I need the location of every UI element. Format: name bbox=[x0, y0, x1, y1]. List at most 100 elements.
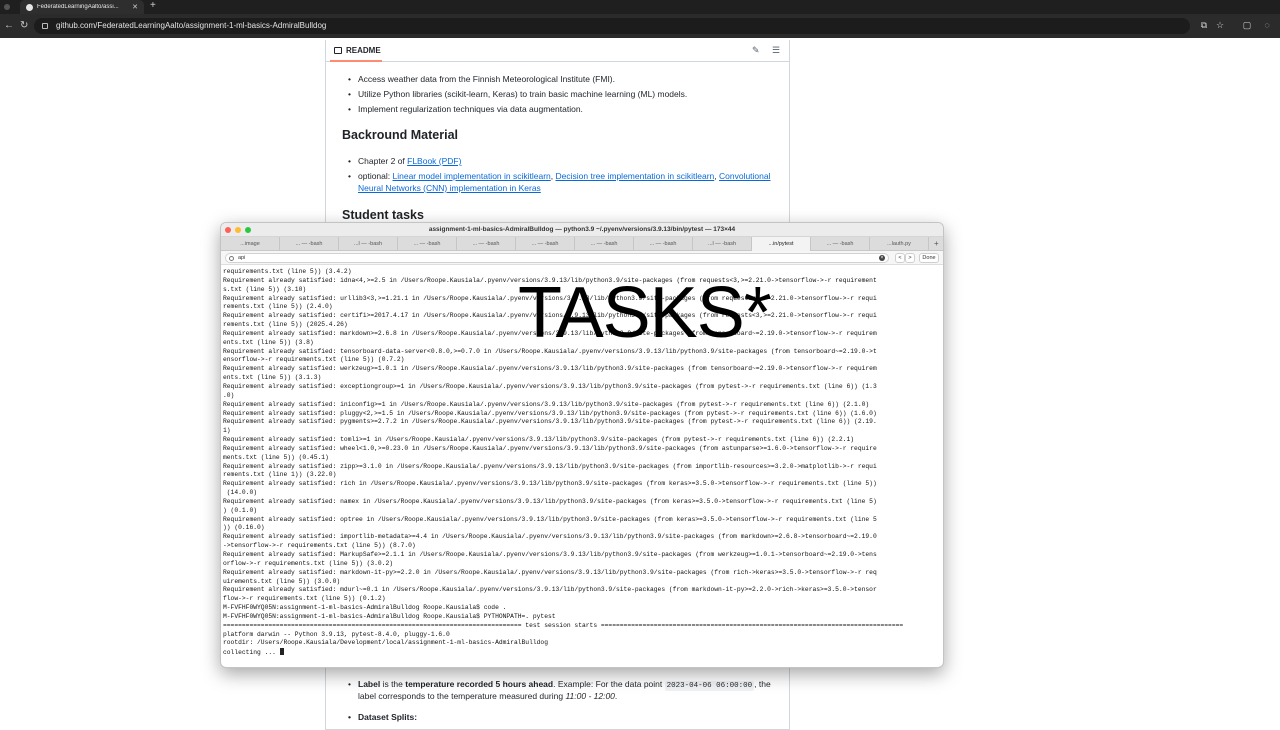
label-mid: is the bbox=[380, 679, 406, 689]
address-bar[interactable]: github.com/FederatedLearningAalto/assign… bbox=[34, 18, 1190, 34]
terminal-line: Requirement already satisfied: pygments>… bbox=[223, 418, 877, 426]
decision-tree-link[interactable]: Decision tree implementation in scikitle… bbox=[556, 171, 715, 181]
window-control[interactable] bbox=[4, 4, 10, 10]
readme-tab-label: README bbox=[346, 46, 381, 55]
terminal-tab-bar: ...image ... — -bash ...l — -bash ... — … bbox=[221, 237, 943, 251]
terminal-tab[interactable]: ...l — -bash bbox=[339, 237, 398, 251]
dataset-splits-item: Dataset Splits: bbox=[348, 712, 417, 722]
terminal-line: )) (0.16.0) bbox=[223, 524, 265, 532]
terminal-tab[interactable]: ... — -bash bbox=[811, 237, 870, 251]
terminal-line: Requirement already satisfied: optree in… bbox=[223, 515, 877, 523]
cast-icon[interactable]: ⧉ bbox=[1199, 20, 1209, 30]
readme-tab-underline bbox=[330, 60, 382, 62]
goal-item: Access weather data from the Finnish Met… bbox=[348, 74, 615, 84]
book-icon bbox=[334, 47, 342, 54]
new-tab-button[interactable]: + bbox=[150, 0, 156, 12]
terminal-line: platform darwin -- Python 3.9.13, pytest… bbox=[223, 630, 450, 638]
close-tab-icon[interactable]: ✕ bbox=[132, 4, 138, 11]
goal-item: Utilize Python libraries (scikit-learn, … bbox=[348, 89, 687, 99]
address-url[interactable]: github.com/FederatedLearningAalto/assign… bbox=[56, 21, 326, 30]
terminal-tab[interactable]: ... — -bash bbox=[634, 237, 693, 251]
search-icon bbox=[229, 256, 234, 261]
terminal-line: flow->-r requirements.txt (line 5)) (0.1… bbox=[223, 595, 386, 603]
label-item: Label is the temperature recorded 5 hour… bbox=[348, 679, 771, 691]
terminal-tab-active[interactable]: ...in/pytest bbox=[752, 237, 811, 251]
terminal-tab[interactable]: ... — -bash bbox=[516, 237, 575, 251]
terminal-line: Requirement already satisfied: rich in /… bbox=[223, 480, 877, 488]
terminal-line: Requirement already satisfied: werkzeug>… bbox=[223, 365, 877, 373]
back-icon[interactable]: ← bbox=[4, 20, 14, 32]
readme-tab[interactable]: README bbox=[334, 46, 381, 55]
terminal-tab[interactable]: ...image bbox=[221, 237, 280, 251]
terminal-tab[interactable]: ... — -bash bbox=[575, 237, 634, 251]
chapter-item: Chapter 2 of FLBook (PDF) bbox=[348, 156, 462, 166]
outline-list-icon[interactable]: ☰ bbox=[772, 45, 780, 56]
terminal-line-text: collecting ... bbox=[223, 649, 280, 657]
terminal-titlebar[interactable]: assignment-1-ml-basics-AdmiralBulldog — … bbox=[221, 223, 943, 237]
find-input[interactable]: api × bbox=[225, 253, 889, 263]
terminal-line: orflow->-r requirements.txt (line 5)) (3… bbox=[223, 559, 394, 567]
background-heading: Backround Material bbox=[342, 128, 459, 142]
terminal-line: Requirement already satisfied: exception… bbox=[223, 382, 877, 390]
terminal-line: Requirement already satisfied: MarkupSaf… bbox=[223, 551, 877, 558]
label-term: Label bbox=[358, 679, 381, 689]
terminal-line: ents.txt (line 5)) (3.1.3) bbox=[223, 374, 322, 382]
label-code: 2023-04-06 06:00:00 bbox=[664, 681, 755, 691]
terminal-find-bar: api × < > Done bbox=[221, 251, 943, 265]
flbook-link[interactable]: FLBook (PDF) bbox=[407, 156, 461, 166]
label-example: . Example: For the data point bbox=[553, 679, 665, 689]
find-previous-button[interactable]: < bbox=[895, 253, 905, 263]
extensions-icon[interactable]: ▢ bbox=[1242, 20, 1252, 30]
find-done-button[interactable]: Done bbox=[919, 253, 939, 263]
terminal-line: Requirement already satisfied: tomli>=1 … bbox=[223, 436, 855, 444]
terminal-line: rootdir: /Users/Roope.Kausiala/Developme… bbox=[223, 639, 548, 647]
terminal-line: (14.0.0) bbox=[223, 489, 258, 497]
terminal-line: M-FVFHF0WYQ05N:assignment-1-ml-basics-Ad… bbox=[223, 604, 507, 612]
edit-pencil-icon[interactable]: ✎ bbox=[752, 45, 760, 56]
terminal-line: Requirement already satisfied: pluggy<2,… bbox=[223, 409, 877, 417]
reload-icon[interactable]: ↻ bbox=[20, 20, 28, 32]
profile-icon[interactable]: ◌ bbox=[1262, 20, 1272, 30]
terminal-tab[interactable]: ... — -bash bbox=[457, 237, 516, 251]
clear-search-icon[interactable]: × bbox=[879, 255, 885, 261]
cnn-link[interactable]: Convolutional bbox=[719, 171, 771, 181]
label-line2-time: 11:00 - 12:00 bbox=[565, 691, 615, 701]
terminal-line: Requirement already satisfied: zipp>=3.1… bbox=[223, 462, 877, 470]
terminal-line: Requirement already satisfied: wheel<1.0… bbox=[223, 444, 877, 452]
find-next-button[interactable]: > bbox=[905, 253, 915, 263]
terminal-line: ments.txt (line 5)) (0.45.1) bbox=[223, 453, 329, 461]
terminal-line: 1) bbox=[223, 427, 231, 435]
chapter-prefix: Chapter 2 of bbox=[358, 156, 408, 166]
overlay-caption: TASKS* bbox=[518, 273, 772, 353]
browser-toolbar: ← ↻ github.com/FederatedLearningAalto/as… bbox=[0, 14, 1280, 38]
label-after-code: , the bbox=[754, 679, 771, 689]
terminal-line: Requirement already satisfied: iniconfig… bbox=[223, 400, 870, 408]
linear-model-link[interactable]: Linear model implementation in scikitlea… bbox=[393, 171, 551, 181]
terminal-line: ensorflow->-r requirements.txt (line 5))… bbox=[223, 356, 405, 364]
optional-prefix: optional: bbox=[358, 171, 393, 181]
optional-item-continued: Neural Networks (CNN) implementation in … bbox=[358, 183, 541, 193]
browser-tab[interactable]: FederatedLearningAalto/assi... ✕ bbox=[20, 0, 144, 14]
readme-header: README ✎ ☰ bbox=[326, 40, 789, 62]
browser-tab-title: FederatedLearningAalto/assi... bbox=[37, 4, 119, 10]
terminal-line: uirements.txt (line 5)) (3.0.0) bbox=[223, 577, 341, 585]
cnn-link-continued[interactable]: Neural Networks (CNN) implementation in … bbox=[358, 183, 541, 193]
label-bold: temperature recorded 5 hours ahead bbox=[405, 679, 554, 689]
terminal-line: collecting ... bbox=[223, 648, 943, 658]
browser-tab-strip: FederatedLearningAalto/assi... ✕ + bbox=[0, 0, 1280, 14]
new-terminal-tab-button[interactable]: + bbox=[934, 239, 939, 248]
terminal-tab[interactable]: ...l — -bash bbox=[693, 237, 752, 251]
terminal-tab[interactable]: ... — -bash bbox=[398, 237, 457, 251]
terminal-tab[interactable]: ...lauth.py bbox=[870, 237, 929, 251]
student-tasks-heading: Student tasks bbox=[342, 208, 424, 222]
find-query[interactable]: api bbox=[238, 255, 245, 261]
site-info-icon[interactable] bbox=[42, 23, 48, 29]
terminal-line: Requirement already satisfied: importlib… bbox=[223, 533, 877, 541]
terminal-line: rements.txt (line 1)) (3.22.0) bbox=[223, 471, 337, 479]
bookmark-star-icon[interactable]: ☆ bbox=[1215, 20, 1225, 30]
terminal-tab[interactable]: ... — -bash bbox=[280, 237, 339, 251]
terminal-line: Requirement already satisfied: markdown-… bbox=[223, 568, 877, 576]
terminal-line: ========================================… bbox=[223, 621, 904, 629]
terminal-line: ) (0.1.0) bbox=[223, 506, 258, 514]
terminal-title: assignment-1-ml-basics-AdmiralBulldog — … bbox=[428, 226, 736, 233]
